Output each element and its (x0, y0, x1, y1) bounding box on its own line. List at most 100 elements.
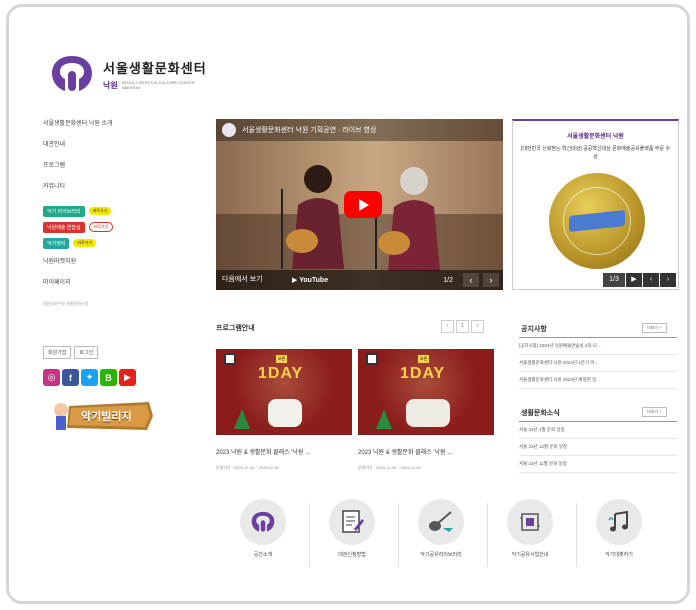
social-links: ◎ f ✦ B ▶ (43, 369, 183, 386)
music-note-icon (596, 499, 642, 545)
program-pager: ‹ 1 › (441, 320, 484, 333)
quick-menu-sharing-info[interactable]: 악기공유사업안내 (490, 499, 570, 558)
program-next-icon[interactable]: › (471, 320, 484, 333)
notice-section-title: 공지사항 (521, 326, 547, 333)
tag-label[interactable]: 악기 라이브러리 (43, 205, 85, 217)
program-section-title: 프로그램안내 (216, 325, 255, 332)
news-item[interactable]: 서울 23년 11월 문화 일정 (519, 456, 677, 473)
program-card-date: 운영기간 : 2023.12.16 ~ 2023.12.16 (216, 465, 279, 470)
quick-menu-label: 악기공유사업안내 (511, 552, 549, 558)
program-card-image[interactable]: 오픈 1DAY (358, 349, 494, 435)
youtube-icon[interactable]: ▶ (119, 369, 136, 386)
news-item[interactable]: 서울 23년 12월 문화 일정 (519, 439, 677, 456)
video-slide-counter: 1/2 (443, 277, 453, 284)
card-badge: 오픈 (418, 355, 430, 363)
guitar-icon (418, 499, 464, 545)
sidebar-tag-practice-room[interactable]: 낙원예술 연습실 바로가기 (43, 219, 183, 235)
notice-item[interactable]: 서울생활문화센터 낙원 2024년 1분기 이... (519, 355, 677, 372)
program-card-image[interactable]: 오픈 1DAY (216, 349, 352, 435)
card-banner-text: 1DAY (400, 365, 446, 382)
award-banner[interactable]: 서울생활문화센터 낙원 [대한민국 신뢰받는 혁신대상] 공공혁신대상 문화예술… (512, 119, 679, 290)
site-subtitle: 낙원 (103, 80, 118, 90)
site-title: 서울생활문화센터 (103, 60, 207, 76)
notice-more-button[interactable]: 더보기 + (642, 323, 667, 333)
program-card-date: 운영기간 : 2023.12.09 ~ 2023.12.09 (358, 465, 421, 470)
document-icon (329, 499, 375, 545)
qr-code-icon (366, 353, 378, 365)
award-slide-counter: 1/3 (603, 273, 625, 287)
sidebar-item-mypage[interactable]: 마이페이지 (43, 278, 183, 299)
program-card-title[interactable]: 2023 낙원 & 생활문화 클래스 '낙원 ... (358, 447, 452, 456)
snowman-image (268, 399, 302, 427)
award-slider-controls: 1/3 ▶ ‹ › (602, 273, 676, 287)
twitter-icon[interactable]: ✦ (81, 369, 98, 386)
stocking-image (406, 399, 450, 427)
news-item[interactable]: 서울 24년 1월 문화 일정 (519, 422, 677, 439)
shortcut-badge[interactable]: 바로가기 (73, 239, 97, 247)
site-logo[interactable]: 서울생활문화센터 낙원 SEOUL LIFESTYLE CULTURE CENT… (49, 53, 207, 95)
youtube-logo[interactable]: ▶ YouTube (292, 276, 328, 284)
banner-label: 악기빌리지 (81, 411, 132, 423)
sidebar-tag-instrument-library[interactable]: 악기 라이브러리 바로가기 (43, 203, 183, 219)
award-description: [대한민국 신뢰받는 혁신대상] 공공혁신대상 문화예술공유플랫폼 부문 수상 (520, 146, 671, 160)
award-next-arrow-icon[interactable]: › (660, 273, 676, 287)
video-title[interactable]: 서울생활문화센터 낙원 기획공연 · 라이브 영상 (242, 125, 462, 135)
instagram-icon[interactable]: ◎ (43, 369, 60, 386)
quick-menu-rental-guide[interactable]: 대관신청방법 (312, 499, 392, 558)
quick-menu-label: 악기공유라이브러리 (420, 552, 462, 558)
watch-on-link[interactable]: 다음에서 보기 (222, 274, 263, 284)
sidebar: 서울생활문화센터 낙원 소개 대관안내 프로그램 커뮤니티 악기 라이브러리 바… (43, 119, 183, 436)
program-prev-icon[interactable]: ‹ (441, 320, 454, 333)
program-page-number[interactable]: 1 (456, 320, 469, 333)
tag-label[interactable]: 악기정비 (43, 237, 70, 249)
sidebar-item-community[interactable]: 커뮤니티 (43, 182, 183, 203)
notice-item[interactable]: 서울생활문화센터 낙원 2023년 예정된 일... (519, 372, 677, 389)
sidebar-item-program[interactable]: 프로그램 (43, 161, 183, 182)
login-button[interactable]: 로그인 (74, 346, 99, 359)
tag-label[interactable]: 낙원예술 연습실 (43, 221, 85, 233)
quick-menu-about[interactable]: 공간소개 (223, 499, 303, 558)
blog-icon[interactable]: B (100, 369, 117, 386)
site-english-name: SEOUL LIFESTYLE CULTURE CENTER NAKWON (121, 80, 195, 90)
news-section-title: 생활문화소식 (521, 410, 560, 417)
christmas-tree-icon (234, 409, 250, 429)
notice-item[interactable]: [공지사항] 2024년 낙원예술연습실 2차 모... (519, 338, 677, 355)
logo-icon (240, 499, 286, 545)
shortcut-badge[interactable]: 바로가기 (88, 222, 114, 232)
award-prev-arrow-icon[interactable]: ‹ (643, 273, 659, 287)
quick-menu-label: 대관신청방법 (338, 552, 366, 558)
card-badge: 오픈 (276, 355, 288, 363)
sidebar-item-about[interactable]: 서울생활문화센터 낙원 소개 (43, 119, 183, 140)
channel-avatar[interactable] (222, 123, 236, 137)
page-frame: 서울생활문화센터 낙원 SEOUL LIFESTYLE CULTURE CENT… (6, 4, 690, 604)
sidebar-item-account[interactable]: 회원정보수정 회원탈퇴신청 (43, 299, 183, 320)
card-banner-text: 1DAY (258, 365, 304, 382)
instrument-village-banner[interactable]: 악기빌리지 (51, 396, 155, 436)
quick-menu-label: 공간소개 (253, 552, 273, 558)
video-next-arrow-icon[interactable]: › (483, 273, 499, 287)
sidebar-item-rental[interactable]: 대관안내 (43, 140, 183, 161)
award-title: 서울생활문화센터 낙원 (567, 134, 624, 140)
logo-icon (49, 53, 95, 95)
quick-menu-instrument-loan[interactable]: 악기대출하기 (579, 499, 659, 558)
shortcut-badge[interactable]: 바로가기 (88, 207, 112, 215)
quick-menu-instrument-library[interactable]: 악기공유라이브러리 (401, 499, 481, 558)
program-card-title[interactable]: 2023 낙원 & 생활문화 클래스 '낙원 ... (216, 447, 310, 456)
qr-code-icon (224, 353, 236, 365)
christmas-tree-icon (376, 409, 392, 429)
video-player[interactable]: 서울생활문화센터 낙원 기획공연 · 라이브 영상 다음에서 보기 ▶ YouT… (216, 119, 503, 290)
pause-icon[interactable]: ▶ (626, 273, 642, 287)
account-links: 회원가입 로그인 (43, 346, 183, 359)
news-more-button[interactable]: 더보기 + (642, 407, 667, 417)
quick-menu-label: 악기대출하기 (605, 552, 633, 558)
signup-button[interactable]: 회원가입 (43, 346, 72, 359)
facebook-icon[interactable]: f (62, 369, 79, 386)
sidebar-item-market[interactable]: 낙원마켓지원 (43, 257, 183, 278)
play-button[interactable] (344, 191, 382, 218)
video-prev-arrow-icon[interactable]: ‹ (463, 273, 479, 287)
music-box-icon (507, 499, 553, 545)
medal-image (549, 173, 645, 269)
sidebar-tag-instrument-repair[interactable]: 악기정비 바로가기 (43, 235, 183, 251)
notice-list: [공지사항] 2024년 낙원예술연습실 2차 모... 서울생활문화센터 낙원… (519, 338, 677, 389)
news-list: 서울 24년 1월 문화 일정 서울 23년 12월 문화 일정 서울 23년 … (519, 422, 677, 473)
